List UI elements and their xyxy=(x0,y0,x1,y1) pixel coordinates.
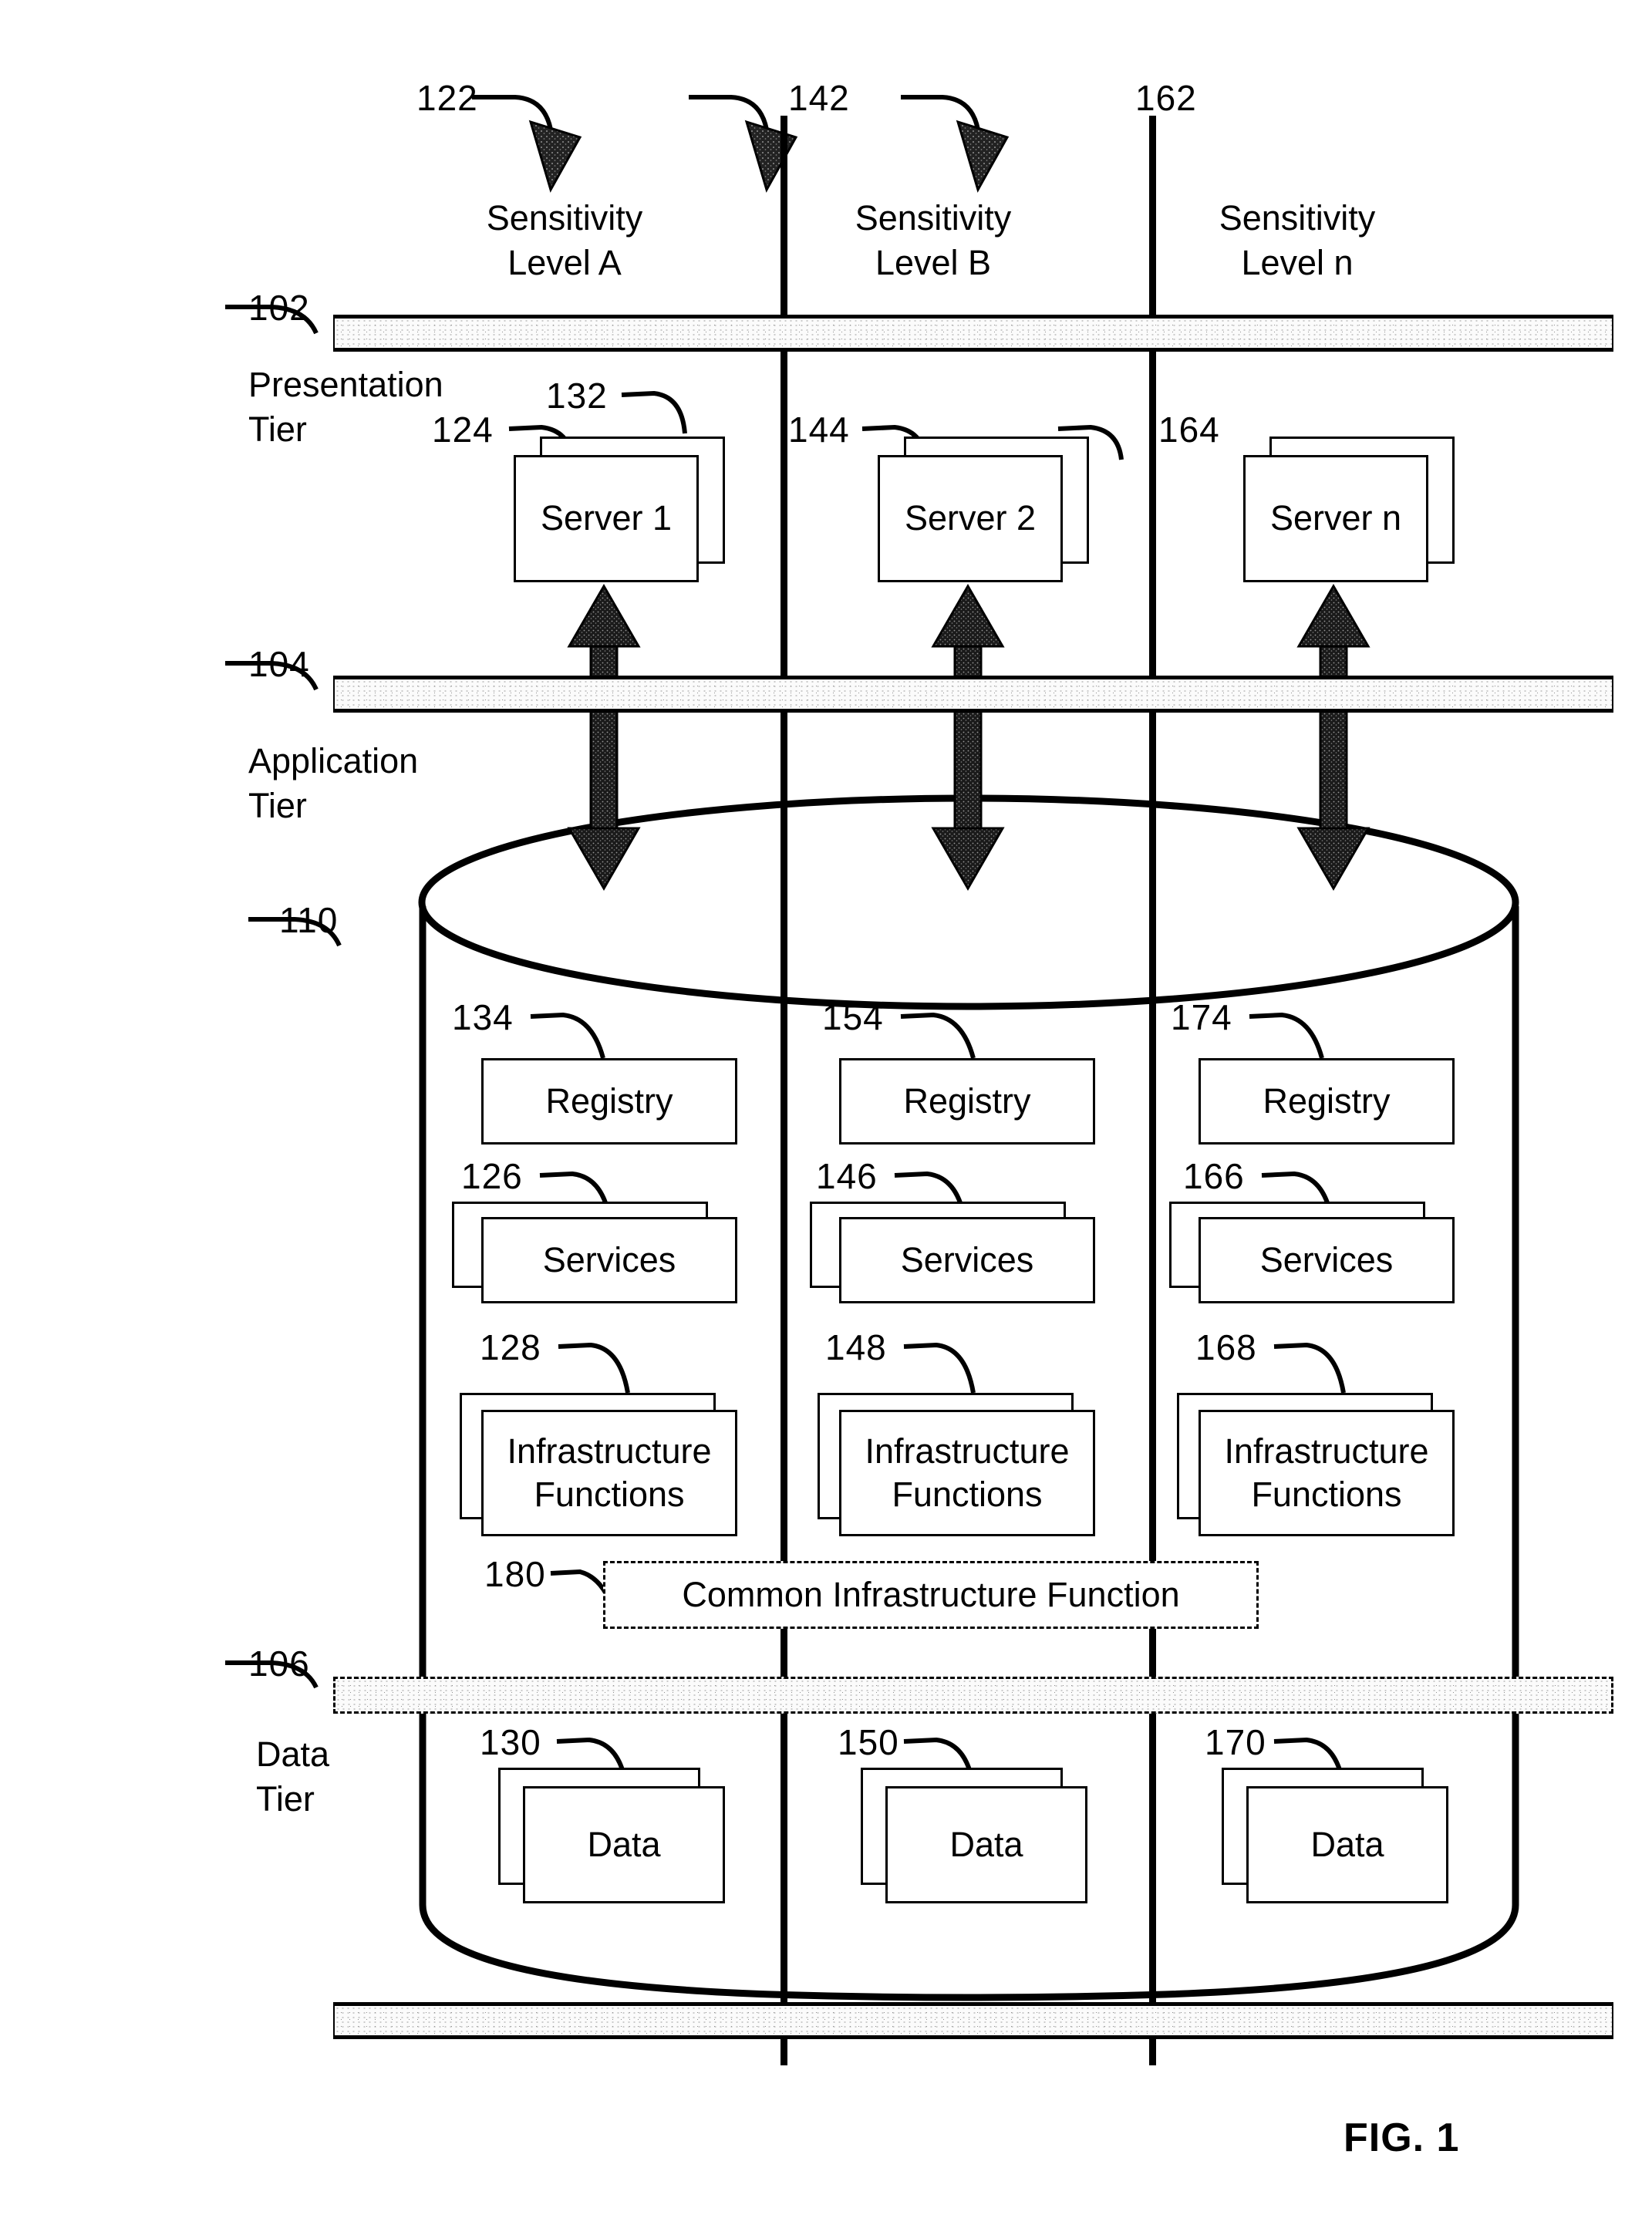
divider-line-2 xyxy=(1149,116,1156,2065)
registry-box-2-label: Registry xyxy=(903,1080,1031,1121)
ref-154: 154 xyxy=(822,997,884,1037)
data-tier-label-line2: Tier xyxy=(256,1778,315,1819)
leader-line-148 xyxy=(903,1342,976,1394)
infra-box-2-label: Infrastructure Functions xyxy=(839,1410,1095,1536)
services-box-1-label: Services xyxy=(542,1239,676,1279)
registry-box-3-label: Registry xyxy=(1263,1080,1391,1121)
ref-110: 110 xyxy=(279,900,339,940)
column-header-1-line1: Sensitivity xyxy=(486,198,643,238)
server-box-1-label: Server 1 xyxy=(540,498,673,538)
leader-line-134 xyxy=(530,1012,605,1059)
column-header-3-line1: Sensitivity xyxy=(1219,198,1376,238)
ref-162: 162 xyxy=(1135,78,1197,118)
common-infrastructure-function-box[interactable]: Common Infrastructure Function xyxy=(603,1561,1259,1629)
column-header-1: Sensitivity Level A xyxy=(457,196,673,285)
tier-leader-lines xyxy=(225,305,342,1689)
double-arrow-col-1 xyxy=(567,583,641,892)
column-leader-arrowheads xyxy=(528,120,1010,193)
presentation-tier-label-line2: Tier xyxy=(248,409,307,449)
ref-132: 132 xyxy=(546,376,608,416)
ref-124: 124 xyxy=(432,410,494,450)
application-tier-label: Application Tier xyxy=(248,739,418,828)
ref-130: 130 xyxy=(480,1722,541,1762)
arrowhead-122 xyxy=(528,120,582,193)
data-tier-bar xyxy=(333,1677,1613,1714)
server-box-2-label: Server 2 xyxy=(904,498,1037,538)
infra-box-3-label: Infrastructure Functions xyxy=(1199,1410,1455,1536)
data-box-3-label: Data xyxy=(1310,1824,1384,1864)
bottom-boundary-bar xyxy=(333,2002,1613,2039)
column-header-2-line1: Sensitivity xyxy=(855,198,1012,238)
ref-168: 168 xyxy=(1195,1327,1257,1367)
figure-label: FIG. 1 xyxy=(1344,2115,1460,2160)
leader-line-168 xyxy=(1273,1342,1346,1394)
infra-box-2-label-line1: Infrastructure xyxy=(865,1431,1070,1471)
ref-134: 134 xyxy=(452,997,514,1037)
infra-box-3-label-line1: Infrastructure xyxy=(1224,1431,1429,1471)
column-header-3: Sensitivity Level n xyxy=(1189,196,1405,285)
ref-150: 150 xyxy=(838,1722,899,1762)
data-box-2-label: Data xyxy=(949,1824,1023,1864)
ref-126: 126 xyxy=(461,1156,523,1196)
ref-128: 128 xyxy=(480,1327,541,1367)
ref-180: 180 xyxy=(484,1554,546,1594)
arrowhead-142 xyxy=(744,120,798,193)
column-leader-arrows xyxy=(472,95,980,130)
divider-line-1 xyxy=(780,116,787,2065)
column-header-3-line2: Level n xyxy=(1241,242,1354,282)
services-box-2-label: Services xyxy=(900,1239,1034,1279)
leader-line-128 xyxy=(558,1342,630,1394)
infra-box-2-label-line2: Functions xyxy=(892,1475,1043,1514)
application-tier-bar xyxy=(333,676,1613,713)
leader-line-174 xyxy=(1249,1012,1324,1059)
arrowhead-162 xyxy=(956,120,1010,193)
presentation-tier-bar xyxy=(333,315,1613,352)
services-box-3-label: Services xyxy=(1259,1239,1394,1279)
figure-canvas: 122 142 162 Sensitivity Level A Sensitiv… xyxy=(0,0,1652,2225)
ref-142: 142 xyxy=(788,78,850,118)
application-tier-label-line2: Tier xyxy=(248,785,307,825)
presentation-tier-label-line1: Presentation xyxy=(248,365,443,404)
data-tier-label-line1: Data xyxy=(256,1734,330,1774)
data-tier-label: Data Tier xyxy=(256,1732,329,1821)
ref-102: 102 xyxy=(248,288,310,328)
double-arrow-col-2 xyxy=(931,583,1005,892)
infra-box-3-label-line2: Functions xyxy=(1251,1475,1402,1514)
common-infrastructure-function-label: Common Infrastructure Function xyxy=(682,1575,1180,1614)
double-arrow-col-3 xyxy=(1296,583,1370,892)
ref-170: 170 xyxy=(1205,1722,1266,1762)
column-header-1-line2: Level A xyxy=(507,242,622,282)
ref-144: 144 xyxy=(788,410,850,450)
ref-104: 104 xyxy=(248,644,310,684)
ref-148: 148 xyxy=(825,1327,887,1367)
application-tier-label-line1: Application xyxy=(248,741,419,780)
ref-166: 166 xyxy=(1183,1156,1245,1196)
data-box-1-label: Data xyxy=(587,1824,661,1864)
leader-line-154 xyxy=(900,1012,976,1059)
ref-164: 164 xyxy=(1158,410,1220,450)
server-to-cylinder-arrows xyxy=(567,583,1370,892)
infra-box-1-label-line2: Functions xyxy=(534,1475,685,1514)
infra-box-1-label-line1: Infrastructure xyxy=(507,1431,712,1471)
column-header-2: Sensitivity Level B xyxy=(825,196,1041,285)
ref-122: 122 xyxy=(416,78,478,118)
infra-box-1-label: Infrastructure Functions xyxy=(481,1410,737,1536)
leader-line-132 xyxy=(621,390,687,434)
ref-174: 174 xyxy=(1171,997,1232,1037)
ref-146: 146 xyxy=(816,1156,878,1196)
ref-106: 106 xyxy=(248,1643,310,1684)
presentation-tier-label: Presentation Tier xyxy=(248,362,443,451)
server-box-3-label: Server n xyxy=(1269,498,1402,538)
registry-box-1-label: Registry xyxy=(545,1080,673,1121)
column-header-2-line2: Level B xyxy=(875,242,992,282)
